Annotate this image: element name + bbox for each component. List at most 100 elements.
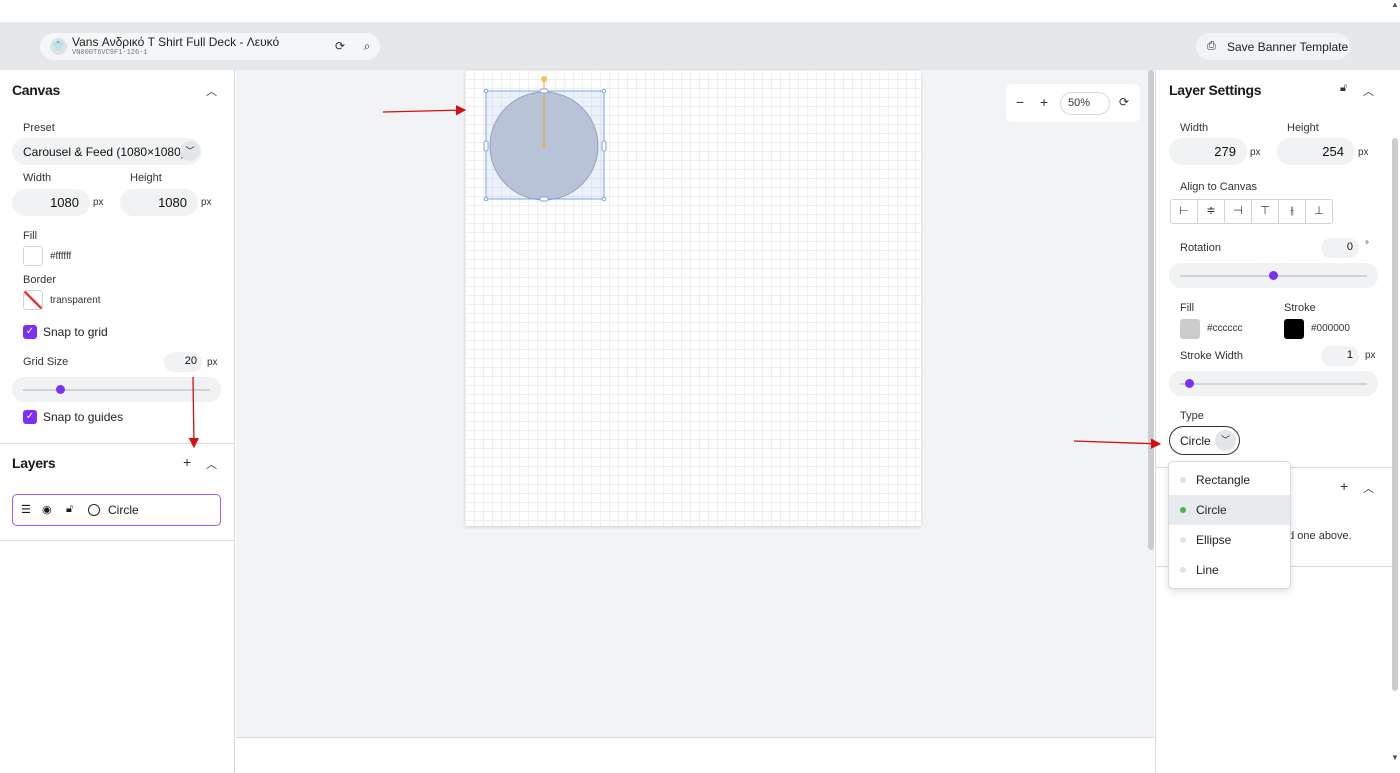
resize-handle[interactable] [483,196,489,202]
circle-shape-icon [88,504,100,516]
chevron-up-icon[interactable]: ︿ [206,83,217,99]
add-layer-icon[interactable]: + [183,454,191,470]
left-panel: Canvas ︿ Preset Carousel & Feed (1080×10… [0,70,235,773]
save-icon: ⎙ [1207,40,1216,52]
rotation-handle[interactable] [541,76,547,82]
grid-size-slider[interactable] [12,377,221,402]
type-option-line[interactable]: Line [1169,555,1290,585]
resize-handle[interactable] [539,88,549,94]
fill-value: #ffffff [50,251,72,262]
product-thumbnail: 👕 [50,38,67,55]
chevron-up-icon[interactable]: ︿ [206,456,217,472]
divider [0,540,235,541]
width-unit: px [1250,147,1261,158]
type-option-ellipse[interactable]: Ellipse [1169,525,1290,555]
preset-value: Carousel & Feed (1080×1080) [23,145,185,159]
unlock-icon[interactable]: 🔓︎ [66,503,73,516]
unlock-icon[interactable]: 🔓︎ [1340,82,1347,95]
layers-panel-title: Layers [12,455,56,471]
canvas-layer-svg [483,76,607,202]
option-indicator [1180,507,1186,513]
resize-handle[interactable] [483,88,489,94]
rotation-slider[interactable] [1169,263,1378,288]
stroke-value: #000000 [1311,323,1350,334]
layer-item[interactable]: ☰ ◉ 🔓︎ Circle [12,494,221,526]
stroke-label: Stroke [1284,302,1316,314]
center-point [542,144,546,148]
type-option-circle[interactable]: Circle [1169,495,1290,525]
canvas-width-value: 1080 [50,195,79,210]
canvas-width-input[interactable]: 1080 [12,189,90,216]
fill-swatch[interactable] [23,246,43,266]
align-bottom-icon[interactable]: ⊥ [1306,200,1332,223]
product-title: Vans Ανδρικό T Shirt Full Deck - Λευκό [72,35,280,49]
resize-handle[interactable] [601,140,607,152]
right-panel: Layer Settings 🔓︎ ︿ Width 279 px Height … [1155,70,1392,773]
option-indicator [1180,567,1186,573]
chevron-up-icon[interactable]: ︿ [1363,480,1374,496]
eye-icon[interactable]: ◉ [42,503,52,516]
layer-height-input[interactable]: 254 [1277,138,1355,165]
add-icon[interactable]: + [1340,478,1348,494]
align-middle-v-icon[interactable]: ⫲ [1279,200,1306,223]
align-left-icon[interactable]: ⊢ [1171,200,1198,223]
rotation-input[interactable]: 0 [1321,238,1359,258]
resize-handle[interactable] [601,88,607,94]
design-canvas[interactable] [465,70,921,526]
stroke-swatch[interactable] [1284,319,1304,339]
workspace-scrollbar[interactable] [1148,70,1154,550]
canvas-width-label: Width [23,172,52,184]
grid-size-unit: px [207,357,218,368]
canvas-height-input[interactable]: 1080 [120,189,198,216]
type-option-rectangle[interactable]: Rectangle [1169,465,1290,495]
fill-label: Fill [23,230,38,242]
option-indicator [1180,477,1186,483]
workspace: − + 50% ⟳ [236,70,1154,738]
layer-fill-swatch[interactable] [1180,319,1200,339]
preset-select[interactable]: Carousel & Feed (1080×1080) ﹀ [12,138,202,165]
stroke-width-input[interactable]: 1 [1321,346,1359,366]
rotation-value: 0 [1346,241,1353,253]
product-selector[interactable]: 👕 Vans Ανδρικό T Shirt Full Deck - Λευκό… [40,33,380,60]
border-swatch[interactable] [23,290,43,310]
option-label: Ellipse [1196,533,1232,547]
snap-guides-checkbox[interactable]: ✓ [23,410,37,424]
layer-width-value: 279 [1214,144,1236,159]
snap-grid-checkbox[interactable]: ✓ [23,325,37,339]
rotation-slider-thumb[interactable] [1269,271,1278,280]
resize-handle[interactable] [483,140,489,152]
align-center-h-icon[interactable]: ≑ [1198,200,1225,223]
chevron-down-icon: ﹀ [180,141,200,161]
border-label: Border [23,274,57,286]
grid-size-input[interactable]: 20 [164,352,202,372]
stroke-width-slider[interactable] [1169,371,1378,396]
align-right-icon[interactable]: ⊣ [1225,200,1252,223]
resize-handle[interactable] [539,196,549,202]
zoom-level[interactable]: 50% [1060,92,1110,115]
rotation-unit: ° [1365,240,1369,251]
chevron-up-icon[interactable]: ︿ [1363,83,1374,99]
resize-handle[interactable] [601,196,607,202]
type-select[interactable]: Circle ﹀ [1169,426,1240,455]
align-top-icon[interactable]: ⊤ [1252,200,1279,223]
search-icon[interactable]: ⌕ [360,39,374,53]
canvas-panel-title: Canvas [12,82,61,98]
reset-zoom-icon[interactable]: ⟳ [1119,95,1129,109]
zoom-out-icon[interactable]: − [1016,94,1024,110]
page-scrollbar[interactable] [1392,138,1398,691]
zoom-in-icon[interactable]: + [1040,94,1048,110]
stroke-width-slider-thumb[interactable] [1184,379,1194,388]
divider [0,443,235,444]
save-banner-template-button[interactable]: ⎙ Save Banner Template [1196,33,1350,60]
layer-fill-value: #cccccc [1207,323,1243,334]
scroll-down-icon[interactable]: ▼ [1391,753,1399,762]
grid-size-label: Grid Size [23,356,69,368]
drag-handle-icon[interactable]: ☰ [21,503,31,516]
grid-size-slider-thumb[interactable] [55,385,65,394]
layer-width-label: Width [1180,122,1209,134]
refresh-icon[interactable]: ⟳ [333,39,347,53]
scroll-up-icon[interactable]: ▲ [1391,0,1399,9]
height-unit: px [1358,147,1369,158]
option-label: Rectangle [1196,473,1251,487]
layer-width-input[interactable]: 279 [1169,138,1247,165]
